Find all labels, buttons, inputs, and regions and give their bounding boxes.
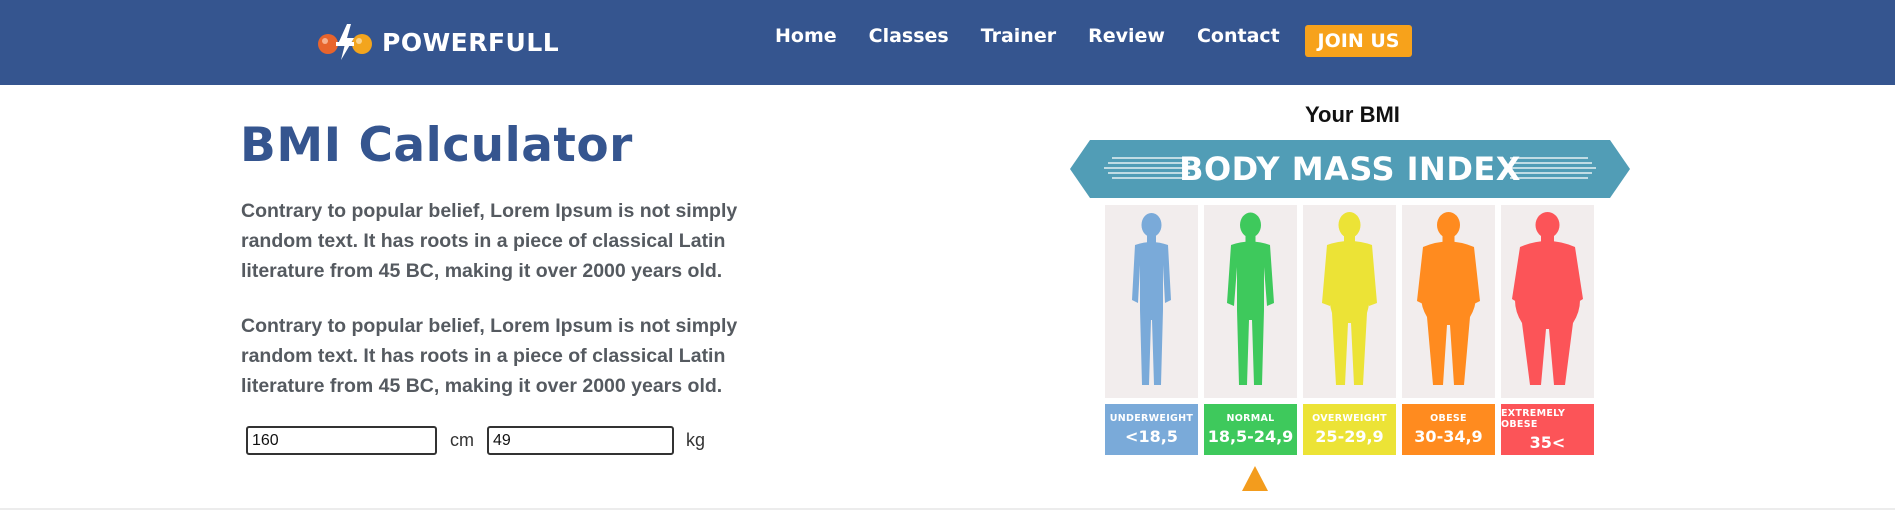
bmi-figure-underweight [1105,205,1198,398]
bmi-figure-normal [1204,205,1297,398]
nav-home[interactable]: Home [775,25,837,47]
category-range: 30-34,9 [1414,427,1483,446]
nav-review[interactable]: Review [1088,25,1165,47]
category-name: OVERWEIGHT [1312,413,1387,424]
height-unit: cm [450,430,474,450]
bmi-banner-title: BODY MASS INDEX [1179,150,1521,188]
nav-contact[interactable]: Contact [1197,25,1280,47]
body-silhouette-icon [1322,212,1377,385]
bmi-category-underweight: UNDERWEIGHT <18,5 [1105,404,1198,455]
category-range: 35< [1529,432,1566,452]
height-input[interactable] [246,426,437,455]
body-silhouette-icon [1132,213,1171,385]
section-divider [0,508,1895,510]
dumbbell-bolt-icon [318,24,372,60]
weight-input[interactable] [487,426,674,455]
category-name: UNDERWEIGHT [1109,413,1194,424]
body-silhouette-icon [1417,212,1480,385]
bmi-indicator-arrow-icon [1242,466,1268,491]
page-title: BMI Calculator [240,118,633,173]
brand-name: POWERFULL [382,27,560,57]
category-range: 25-29,9 [1315,427,1384,446]
category-name: EXTREMELY OBESE [1501,407,1566,430]
intro-paragraph: Contrary to popular belief, Lorem Ipsum … [241,200,738,282]
body-silhouette-icon [1512,212,1583,385]
category-range: 18,5-24,9 [1207,427,1294,446]
brand-logo[interactable]: POWERFULL [316,22,559,62]
nav-classes[interactable]: Classes [869,25,949,47]
join-us-button[interactable]: JOIN US [1305,25,1412,57]
bmi-category-extremely-obese: EXTREMELY OBESE 35< [1501,404,1594,455]
weight-unit: kg [686,430,706,450]
category-range: <18,5 [1125,427,1178,446]
bmi-heading: Your BMI [1305,102,1400,127]
bmi-figure-extremely-obese [1501,205,1594,398]
category-name: NORMAL [1226,413,1275,424]
main-nav: Home Classes Trainer Review Contact [775,25,1312,47]
top-navbar: POWERFULL Home Classes Trainer Review Co… [0,0,1895,85]
bmi-category-overweight: OVERWEIGHT 25-29,9 [1303,404,1396,455]
bmi-figure-obese [1402,205,1495,398]
category-name: OBESE [1430,413,1467,424]
bmi-category-obese: OBESE 30-34,9 [1402,404,1495,455]
intro-paragraph-2: Contrary to popular belief, Lorem Ipsum … [241,315,738,397]
body-silhouette-icon [1227,212,1274,385]
bmi-figure-overweight [1303,205,1396,398]
bmi-category-normal: NORMAL 18,5-24,9 [1204,404,1297,455]
nav-trainer[interactable]: Trainer [981,25,1056,47]
